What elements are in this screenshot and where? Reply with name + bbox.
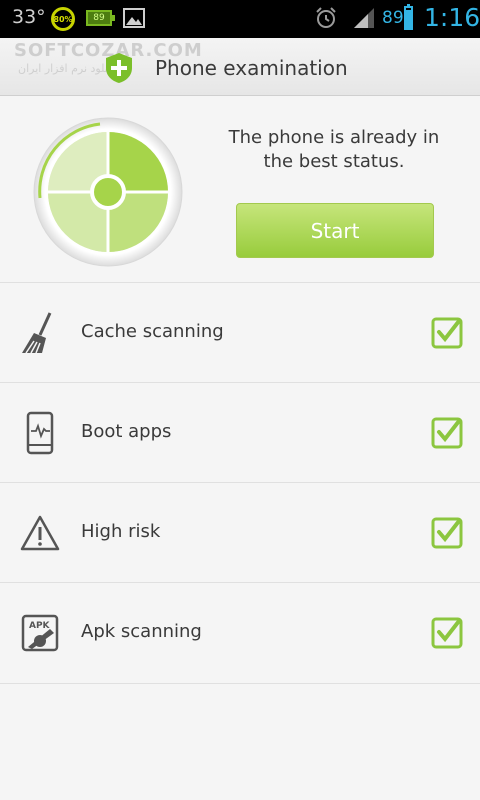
- list-item-high-risk[interactable]: High risk: [0, 482, 480, 582]
- checkbox-checked-icon[interactable]: [431, 317, 463, 349]
- list-item-label: Cache scanning: [81, 321, 224, 342]
- watermark-subtext: دانلود نرم افزار ایران: [18, 62, 116, 75]
- list-item-label: High risk: [81, 521, 161, 542]
- signal-icon: [354, 8, 374, 28]
- list-item-label: Apk scanning: [81, 621, 202, 642]
- battery-icon: [404, 4, 413, 30]
- image-icon: [123, 8, 145, 28]
- memory-ring-icon: 80%: [51, 7, 75, 31]
- temperature-text: 33°: [12, 6, 46, 28]
- clock-text: 1:16: [424, 3, 480, 32]
- battery-level-text: 89: [382, 8, 404, 28]
- svg-text:APK: APK: [29, 621, 51, 631]
- summary-panel: The phone is already in the best status.…: [0, 96, 480, 282]
- checkbox-checked-icon[interactable]: [431, 517, 463, 549]
- page-title: Phone examination: [155, 56, 348, 80]
- start-button[interactable]: Start: [236, 203, 434, 258]
- checkbox-checked-icon[interactable]: [431, 617, 463, 649]
- scan-items-list: Cache scanning Boot apps High risk APK A…: [0, 282, 480, 684]
- list-item-apk-scanning[interactable]: APK Apk scanning: [0, 582, 480, 684]
- alarm-icon: [316, 7, 336, 28]
- list-item-boot-apps[interactable]: Boot apps: [0, 382, 480, 482]
- checkbox-checked-icon[interactable]: [431, 417, 463, 449]
- status-message: The phone is already in the best status.: [228, 127, 440, 172]
- title-bar: SOFTCOZAR.COM دانلود نرم افزار ایران Pho…: [0, 38, 480, 96]
- shield-plus-icon: [106, 53, 132, 83]
- phone-pulse-icon: [26, 411, 54, 455]
- battery-app-icon: 89: [86, 10, 115, 26]
- list-item-cache-scanning[interactable]: Cache scanning: [0, 282, 480, 382]
- status-bar: 33° 80% 89 89 1:16: [0, 0, 480, 38]
- apk-icon: APK: [21, 614, 59, 652]
- status-dial-icon: [33, 117, 183, 267]
- warning-icon: [20, 515, 60, 551]
- broom-icon: [22, 312, 52, 354]
- list-item-label: Boot apps: [81, 421, 172, 442]
